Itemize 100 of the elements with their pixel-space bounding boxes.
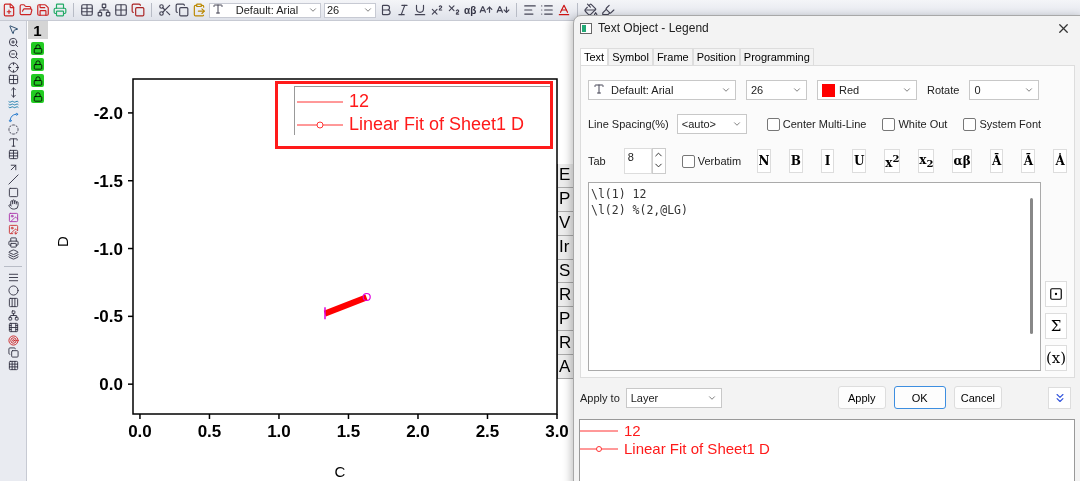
paint-bucket-icon[interactable]: [584, 3, 599, 17]
lock-icon[interactable]: [31, 58, 44, 71]
dashed-circle-icon[interactable]: [7, 124, 19, 135]
insert-button[interactable]: (x): [1045, 345, 1067, 371]
side-tab[interactable]: R: [558, 283, 574, 308]
copy-icon[interactable]: [131, 3, 145, 17]
side-tab[interactable]: V: [558, 211, 574, 236]
tab[interactable]: Position: [692, 48, 740, 65]
network-icon[interactable]: [97, 3, 111, 17]
dialog-button[interactable]: Apply: [837, 386, 886, 409]
scissors-icon[interactable]: [158, 3, 172, 17]
circle-icon[interactable]: [7, 284, 19, 296]
checkbox-label: System Font: [979, 118, 1042, 130]
rectangle-icon[interactable]: [7, 186, 19, 198]
pointer-icon[interactable]: [7, 24, 19, 35]
italic-icon[interactable]: [396, 3, 410, 17]
color-dropdown[interactable]: Red: [817, 80, 917, 100]
save-icon[interactable]: [36, 3, 50, 17]
superscript-icon[interactable]: [430, 3, 444, 17]
lock-icon[interactable]: [31, 74, 44, 87]
network-icon[interactable]: [7, 309, 19, 321]
format-button[interactable]: αβ: [952, 149, 972, 173]
open-folder-icon[interactable]: [19, 3, 33, 17]
text-editor[interactable]: \l(1) 12 \l(2) %(2,@LG): [588, 182, 1041, 371]
format-button[interactable]: Ã: [1021, 149, 1036, 173]
font-size-dropdown[interactable]: 26: [324, 2, 376, 18]
line-icon[interactable]: [7, 174, 19, 185]
symbol-button[interactable]: [1045, 281, 1067, 307]
preview-label: 12: [624, 422, 641, 439]
new-file-icon[interactable]: [2, 3, 16, 17]
side-tab[interactable]: E: [558, 164, 574, 188]
checkbox[interactable]: [766, 117, 780, 131]
image-icon[interactable]: [7, 211, 19, 223]
table-icon[interactable]: [80, 3, 94, 17]
checkbox[interactable]: [882, 117, 896, 131]
side-tab[interactable]: R: [558, 331, 574, 356]
bold-icon[interactable]: [379, 3, 393, 17]
format-button[interactable]: I: [820, 149, 835, 173]
checkbox[interactable]: [963, 117, 977, 131]
format-button[interactable]: x$^{2}$: [884, 149, 901, 173]
printer-icon[interactable]: [7, 236, 19, 248]
zoom-out-icon[interactable]: [7, 49, 19, 60]
side-tab[interactable]: S: [558, 259, 574, 284]
font-dropdown[interactable]: Default: Arial: [588, 80, 736, 100]
highlighter-icon[interactable]: [601, 3, 616, 17]
font-color-icon[interactable]: [557, 3, 572, 17]
font-size-dropdown[interactable]: 26: [746, 80, 807, 100]
lock-icon[interactable]: [31, 90, 44, 103]
tab[interactable]: Symbol: [608, 48, 653, 65]
spline-icon[interactable]: [7, 111, 19, 123]
dialog-button[interactable]: Cancel: [953, 386, 1002, 409]
align-left-icon[interactable]: [523, 3, 538, 17]
font-dropdown[interactable]: Default: Arial: [209, 2, 321, 18]
side-tab[interactable]: P: [558, 307, 574, 332]
lines-icon[interactable]: [7, 272, 19, 283]
hand-icon[interactable]: [7, 199, 19, 210]
crosshair-icon[interactable]: [7, 61, 19, 73]
data-line: [323, 294, 368, 317]
tab[interactable]: Frame: [652, 48, 693, 65]
tab[interactable]: Programming: [739, 48, 814, 65]
film-icon[interactable]: [7, 322, 19, 333]
layers-icon[interactable]: [7, 249, 19, 260]
image-icon[interactable]: [7, 224, 19, 235]
copy-icon[interactable]: [175, 3, 189, 17]
format-button[interactable]: Ā: [989, 149, 1004, 173]
side-tab[interactable]: A: [558, 355, 574, 379]
subscript-icon[interactable]: [447, 3, 461, 17]
tab-size-field[interactable]: 8: [623, 148, 652, 174]
insert-button[interactable]: Σ: [1045, 313, 1067, 339]
target-icon[interactable]: [7, 334, 19, 346]
legend-selection[interactable]: 12 Linear Fit of Sheet1 D: [275, 81, 553, 149]
x-axis-title: C: [334, 463, 346, 480]
copy-icon[interactable]: [7, 347, 19, 358]
format-button[interactable]: N: [757, 149, 771, 173]
table-icon[interactable]: [7, 149, 19, 160]
expand-button[interactable]: [1048, 386, 1071, 409]
underline-icon[interactable]: [413, 3, 427, 17]
lock-icon[interactable]: [31, 42, 44, 55]
side-tab[interactable]: Ir: [558, 235, 574, 260]
grid-icon[interactable]: [7, 74, 19, 85]
format-button[interactable]: x$_{2}$: [918, 149, 935, 173]
list-icon[interactable]: [540, 3, 555, 17]
format-button[interactable]: B: [788, 149, 803, 173]
line-spacing-dropdown[interactable]: <auto>: [676, 114, 747, 134]
side-tab[interactable]: P: [558, 187, 574, 212]
format-button[interactable]: U: [852, 149, 867, 173]
apply-to-dropdown[interactable]: Layer: [625, 387, 722, 408]
layer-number[interactable]: 1: [27, 21, 48, 39]
format-button[interactable]: Ȧ: [1053, 149, 1067, 173]
tab[interactable]: Text: [580, 48, 609, 65]
columns-icon[interactable]: [7, 297, 19, 308]
greek-button[interactable]: αβ: [464, 4, 477, 16]
grid-icon[interactable]: [7, 359, 19, 371]
text-icon[interactable]: [7, 136, 19, 148]
zoom-in-icon[interactable]: [7, 36, 19, 48]
grid-icon[interactable]: [114, 3, 128, 17]
rotate-dropdown[interactable]: 0: [969, 80, 1040, 100]
scrollbar-thumb[interactable]: [1030, 198, 1033, 334]
checkbox[interactable]: [681, 154, 695, 168]
dialog-button[interactable]: OK: [893, 386, 946, 409]
